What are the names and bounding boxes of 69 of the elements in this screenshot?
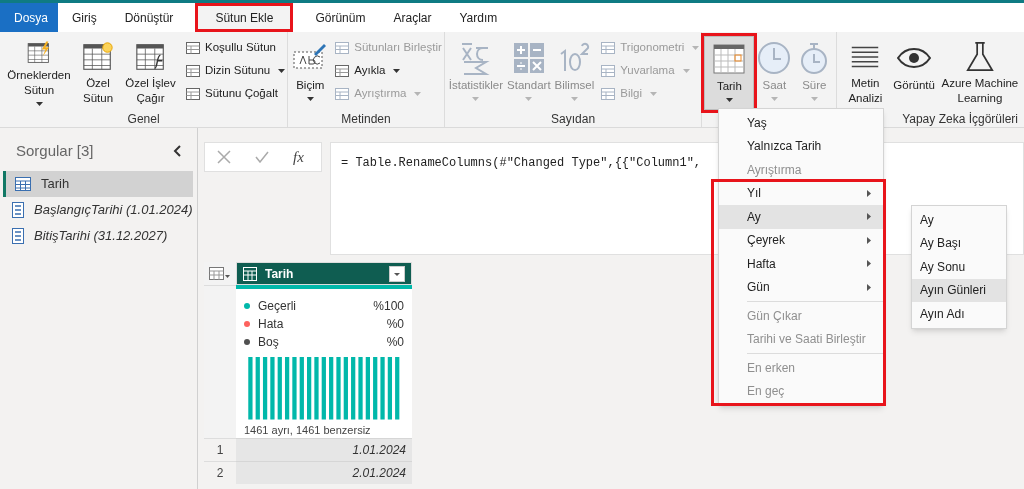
collapse-icon[interactable] — [173, 145, 181, 158]
menu-item[interactable]: Çeyrek — [719, 228, 883, 252]
small-table-icon — [334, 86, 351, 102]
menu-item[interactable]: Yıl — [719, 181, 883, 205]
pane-title: Sorgular [3] — [16, 141, 94, 161]
ribbon-tab[interactable]: Sütun Ekle — [195, 3, 294, 32]
distinct-count: 1461 ayrı, 1461 benzersiz — [244, 422, 372, 438]
clock-icon — [756, 40, 793, 76]
group-label: Genel — [126, 111, 161, 128]
profile-value: %0 — [386, 316, 404, 333]
ribbon-button[interactable]: Görüntü — [891, 36, 937, 110]
group-label: Yapay Zeka İçgörüleri — [901, 111, 1019, 128]
menu-item[interactable]: Yaş — [719, 111, 883, 135]
ribbon-button[interactable]: Örneklerden Sütun — [2, 36, 76, 110]
submenu-item[interactable]: Ay Başı — [912, 231, 1006, 255]
query-item[interactable]: Tarih — [3, 170, 193, 197]
profile-value: %0 — [386, 334, 404, 351]
ribbon-small-button[interactable]: Dizin Sütunu — [185, 61, 286, 81]
ribbon-small-button[interactable]: Koşullu Sütun — [185, 38, 286, 58]
group-label: Metinden — [340, 111, 392, 128]
profile-label: Hata — [258, 316, 285, 333]
table-menu-icon[interactable] — [209, 266, 231, 281]
ribbon-tab[interactable]: Giriş — [58, 3, 111, 32]
ribbon-tab[interactable]: Yardım — [445, 3, 512, 32]
small-table-icon — [600, 86, 617, 102]
parameter-icon — [12, 227, 24, 244]
file-tab[interactable]: Dosya — [0, 3, 58, 32]
ribbon-button[interactable]: Özel Sütun — [76, 36, 120, 110]
ribbon-button[interactable]: Azure Machine Learning — [936, 36, 1023, 110]
table-cell: 2.01.2024 — [236, 461, 412, 484]
profile-label: Geçerli — [258, 298, 297, 315]
menu-item[interactable]: Gün — [719, 275, 883, 299]
group-label: Sayıdan — [550, 111, 597, 128]
submenu-item[interactable]: Ayın Günleri — [912, 278, 1006, 302]
ribbon-tab[interactable]: Dönüştür — [110, 3, 188, 32]
submenu-item[interactable]: Ay Sonu — [912, 255, 1006, 279]
submenu-item[interactable]: Ay — [912, 208, 1006, 232]
small-table-icon — [334, 63, 351, 79]
table-cell: 1.01.2024 — [236, 438, 412, 461]
small-table-icon — [334, 40, 351, 56]
filter-dropdown-icon[interactable] — [389, 265, 405, 282]
small-table-icon — [600, 63, 617, 79]
ribbon-button[interactable]: Metin Analizi — [839, 36, 892, 110]
commit-icon[interactable] — [255, 151, 269, 163]
small-table-icon — [185, 63, 201, 79]
query-item[interactable]: BaşlangıçTarihi (1.01.2024) — [3, 196, 193, 223]
parameter-icon — [12, 201, 24, 218]
ribbon-button[interactable]: Biçim — [290, 36, 331, 110]
date-type-icon — [243, 266, 257, 281]
ribbon-small-button[interactable]: Ayıkla — [334, 61, 442, 81]
ribbon-tab[interactable]: Görünüm — [301, 3, 380, 32]
ribbon-button[interactable]: Özel İşlev Çağır — [120, 36, 181, 110]
profile-label: Boş — [258, 334, 280, 351]
ribbon-button[interactable]: Tarih — [704, 36, 755, 110]
menu-item[interactable]: Ay — [719, 205, 883, 229]
ribbon-small-button[interactable]: Sütunu Çoğalt — [185, 84, 286, 104]
small-table-icon — [600, 40, 617, 56]
fx-label[interactable]: fx — [293, 145, 304, 169]
submenu-item[interactable]: Ayın Adı — [912, 302, 1006, 326]
small-table-icon — [185, 86, 201, 102]
column-header[interactable]: Tarih — [236, 262, 412, 285]
cancel-icon[interactable] — [217, 150, 231, 164]
profile-value: %100 — [373, 298, 404, 315]
table-icon — [15, 176, 31, 191]
menu-item[interactable]: Hafta — [719, 252, 883, 276]
ribbon-tab[interactable]: Araçlar — [379, 3, 446, 32]
small-table-icon — [185, 40, 201, 56]
calendar-icon — [711, 41, 748, 77]
query-item[interactable]: BitişTarihi (31.12.2027) — [3, 222, 193, 249]
